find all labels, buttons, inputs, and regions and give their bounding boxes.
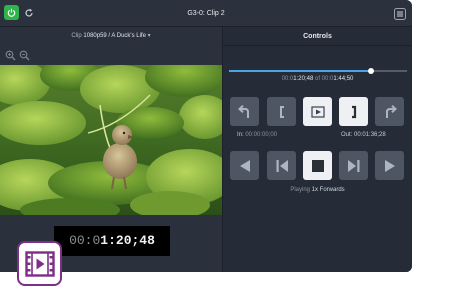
playback-status-value: 1x Forwards [311, 187, 345, 193]
position-current: 1:20;48 [293, 76, 314, 82]
timecode-display: 00:01:20;48 [54, 226, 170, 256]
position-total-dim: 00:0 [321, 76, 334, 82]
title-bar: G3-0: Clip 2 [0, 0, 412, 27]
position-readout: 00:01:20;48 of 00:01:44;50 [223, 76, 412, 82]
step-back-icon [276, 159, 288, 172]
out-point: Out: 00:01:36;28 [341, 132, 386, 138]
duck-video-image [0, 65, 222, 215]
mark-in-button[interactable] [267, 97, 296, 126]
playback-status-prefix: Playing [290, 187, 310, 193]
mark-in-icon [279, 105, 284, 118]
viewer-pane: Clip 1080p59 / A Duck's Life ▾ 00:01:20;… [0, 27, 222, 272]
position-total: 1:44;50 [333, 76, 354, 82]
rewind-icon [239, 159, 250, 172]
scrub-bar-fill [229, 70, 372, 72]
playback-status: Playing 1x Forwards [223, 187, 412, 193]
zoom-in-icon[interactable] [5, 50, 16, 61]
clip-button[interactable] [303, 97, 332, 126]
zoom-out-icon[interactable] [19, 50, 30, 61]
timecode-value: 1:20;48 [100, 233, 155, 248]
mark-out-icon [351, 105, 356, 118]
scrub-handle[interactable] [368, 68, 375, 74]
step-forward-icon [347, 159, 359, 172]
clip-icon [310, 105, 325, 118]
in-point: In: 00:00:00;00 [237, 132, 277, 138]
out-label: Out: [341, 132, 353, 138]
video-app-icon[interactable] [17, 241, 62, 286]
stop-icon [311, 159, 324, 172]
redo-icon [385, 104, 397, 118]
scrub-bar[interactable] [229, 68, 407, 74]
stop-button[interactable] [303, 151, 332, 180]
controls-pane: Controls 00:01:20;48 of 00:01:44;50 In: … [223, 27, 412, 272]
clip-prefix: Clip [71, 33, 82, 39]
video-player-icon [24, 250, 55, 277]
mark-out-button[interactable] [339, 97, 368, 126]
step-back-button[interactable] [267, 151, 296, 180]
fast-forward-icon [384, 159, 395, 172]
menu-icon [394, 8, 406, 20]
video-frame[interactable] [0, 65, 222, 215]
in-value: 00:00:00;00 [245, 132, 278, 138]
position-dim: 00:0 [281, 76, 294, 82]
position-of: of [314, 76, 320, 82]
out-value: 00:01:36;28 [354, 132, 386, 138]
clip-window: G3-0: Clip 2 Clip 1080p59 / A Duck's Lif… [0, 0, 412, 272]
step-forward-button[interactable] [339, 151, 368, 180]
menu-button[interactable] [394, 7, 406, 20]
redo-button[interactable] [375, 97, 404, 126]
rewind-button[interactable] [230, 151, 259, 180]
timecode-leading: 00:0 [69, 233, 101, 248]
chevron-down-icon: ▾ [147, 33, 151, 39]
controls-title: Controls [223, 27, 412, 46]
in-label: In: [237, 132, 244, 138]
clip-selector[interactable]: Clip 1080p59 / A Duck's Life ▾ [0, 27, 222, 46]
fast-forward-button[interactable] [375, 151, 404, 180]
clip-name: 1080p59 / A Duck's Life [83, 33, 146, 39]
undo-button[interactable] [230, 97, 259, 126]
undo-icon [237, 104, 249, 118]
window-title: G3-0: Clip 2 [187, 10, 225, 17]
